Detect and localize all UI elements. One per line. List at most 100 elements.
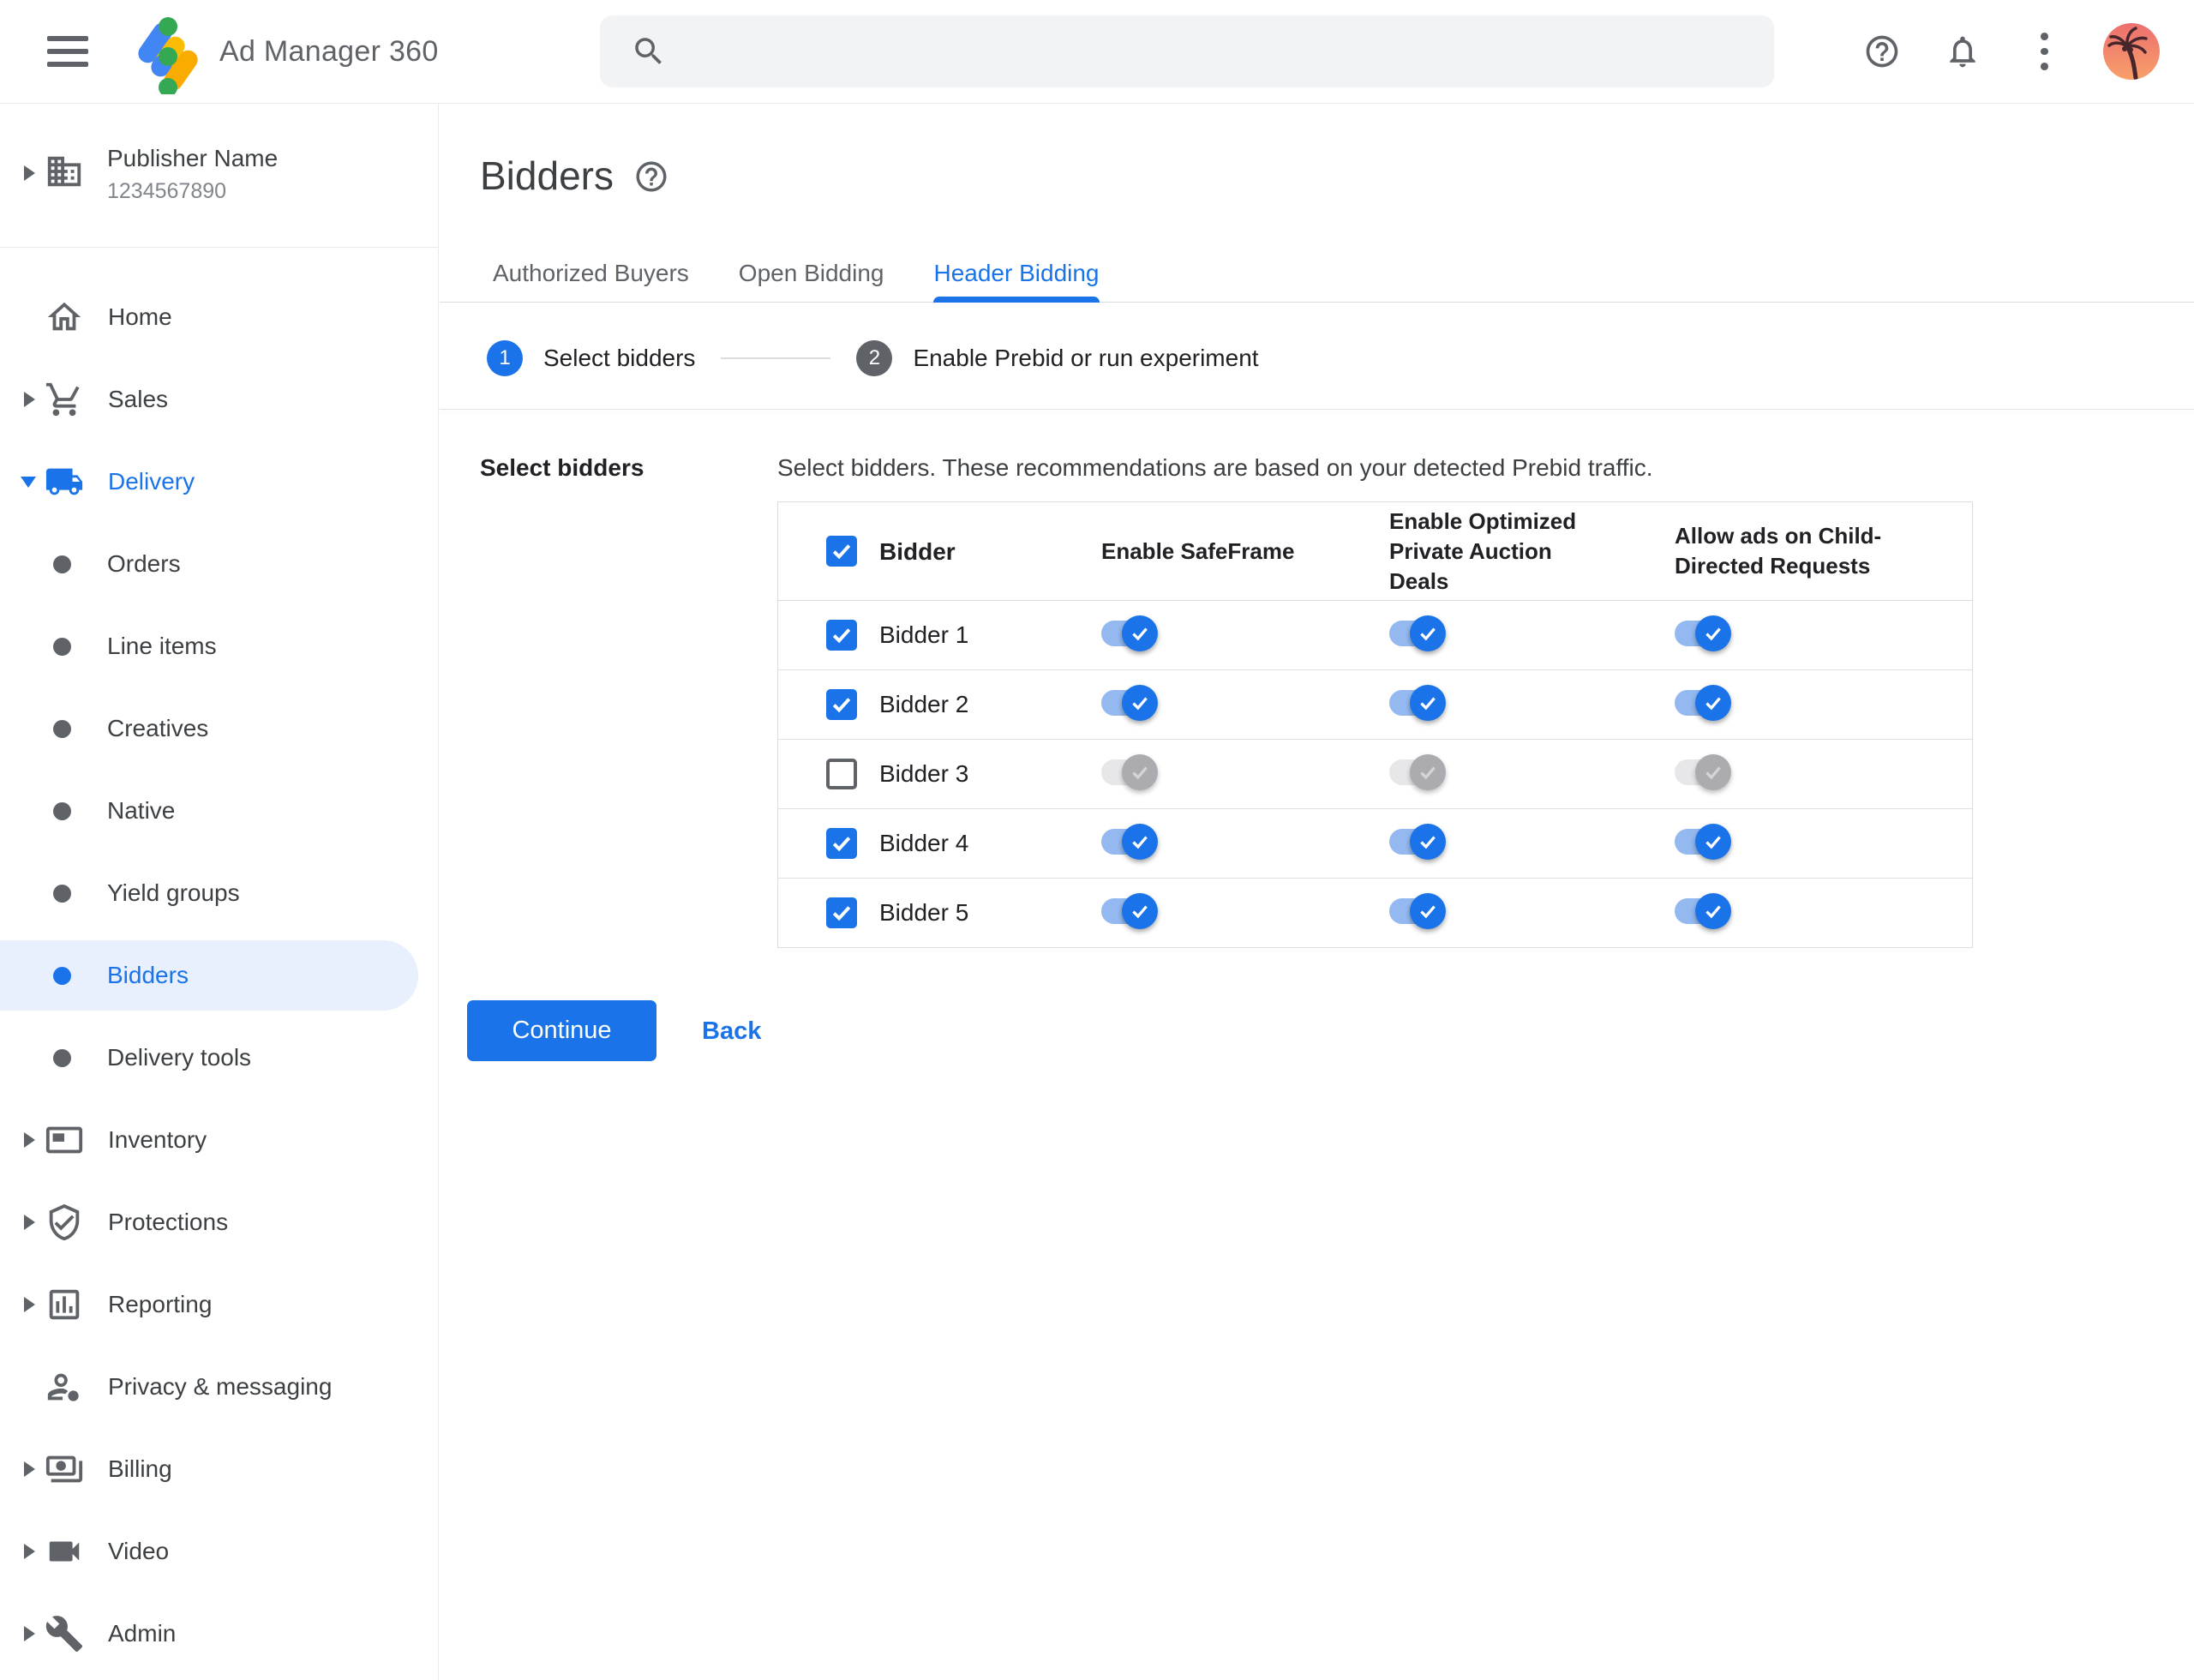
child-directed-toggle[interactable] xyxy=(1675,615,1731,651)
user-avatar[interactable] xyxy=(2103,23,2160,80)
stepper: 1 Select bidders 2 Enable Prebid or run … xyxy=(487,340,1259,376)
sidebar-item-inventory[interactable]: Inventory xyxy=(0,1099,438,1181)
ad-manager-logo-icon xyxy=(138,17,198,94)
truck-icon xyxy=(45,462,84,501)
row-checkbox[interactable] xyxy=(826,620,857,651)
chevron-right-icon xyxy=(24,1461,35,1477)
safeframe-toggle[interactable] xyxy=(1101,753,1158,790)
bullet-icon xyxy=(53,1048,71,1067)
app-title: Ad Manager 360 xyxy=(219,34,439,68)
sidebar-item-admin[interactable]: Admin xyxy=(0,1593,438,1675)
bullet-icon xyxy=(53,884,71,903)
column-header-child-directed: Allow ads on Child-Directed Requests xyxy=(1675,523,1882,579)
safeframe-toggle[interactable] xyxy=(1101,823,1158,860)
safeframe-toggle[interactable] xyxy=(1101,615,1158,651)
sidebar-item-delivery-tools[interactable]: Delivery tools xyxy=(0,1017,438,1099)
hamburger-menu-icon[interactable] xyxy=(47,36,88,67)
step-connector xyxy=(721,357,831,359)
step-2-label: Enable Prebid or run experiment xyxy=(913,345,1259,371)
sidebar-item-sales[interactable]: Sales xyxy=(0,358,438,441)
publisher-name: Publisher Name xyxy=(107,145,279,171)
tab-open-bidding[interactable]: Open Bidding xyxy=(739,249,884,303)
sidebar-item-bidders[interactable]: Bidders xyxy=(0,940,418,1011)
column-header-optimized: Enable Optimized Private Auction Deals xyxy=(1389,507,1577,594)
more-options-icon[interactable] xyxy=(2025,33,2063,71)
sidebar-item-orders[interactable]: Orders xyxy=(0,523,438,605)
building-icon xyxy=(47,156,81,187)
section-divider xyxy=(440,409,2194,410)
wrench-icon xyxy=(45,1614,84,1653)
bullet-icon xyxy=(53,719,71,738)
page-title: Bidders xyxy=(480,153,614,198)
page-help-icon[interactable] xyxy=(633,159,669,195)
child-directed-toggle[interactable] xyxy=(1675,823,1731,860)
palm-tree-avatar-image xyxy=(2103,23,2160,80)
chevron-right-icon xyxy=(24,1132,35,1148)
table-row: Bidder 3 xyxy=(778,740,1972,809)
bidders-table: Bidder Enable SafeFrame Enable Optimized… xyxy=(777,501,1973,948)
notifications-bell-icon[interactable] xyxy=(1944,33,1981,70)
sidebar-item-creatives[interactable]: Creatives xyxy=(0,687,438,770)
publisher-id: 1234567890 xyxy=(107,179,227,203)
row-checkbox[interactable] xyxy=(826,759,857,789)
chevron-right-icon xyxy=(24,165,35,181)
continue-button[interactable]: Continue xyxy=(467,1000,656,1061)
search-bar[interactable] xyxy=(600,15,1774,87)
chevron-right-icon xyxy=(24,1544,35,1559)
help-icon[interactable] xyxy=(1863,33,1901,70)
sidebar-item-delivery[interactable]: Delivery xyxy=(0,441,438,523)
select-all-checkbox[interactable] xyxy=(826,536,857,567)
sidebar-nav: Home Sales Delivery Orders Line items Cr… xyxy=(0,248,438,1675)
table-row: Bidder 4 xyxy=(778,809,1972,879)
sidebar-item-native[interactable]: Native xyxy=(0,770,438,852)
sidebar-item-home[interactable]: Home xyxy=(0,276,438,358)
back-button[interactable]: Back xyxy=(697,1000,766,1061)
sidebar: Publisher Name 1234567890 Home Sales Del… xyxy=(0,104,439,1680)
tab-header-bidding[interactable]: Header Bidding xyxy=(933,249,1100,303)
optimized-deals-toggle[interactable] xyxy=(1389,823,1446,860)
payments-icon xyxy=(45,1449,84,1489)
optimized-deals-toggle[interactable] xyxy=(1389,615,1446,651)
search-icon xyxy=(635,38,662,64)
sidebar-item-line-items[interactable]: Line items xyxy=(0,605,438,687)
bidder-name: Bidder 4 xyxy=(879,830,969,856)
bullet-icon xyxy=(53,637,71,656)
sidebar-item-yield-groups[interactable]: Yield groups xyxy=(0,852,438,934)
child-directed-toggle[interactable] xyxy=(1675,892,1731,929)
table-row: Bidder 5 xyxy=(778,879,1972,947)
sidebar-item-reporting[interactable]: Reporting xyxy=(0,1263,438,1346)
bidder-name: Bidder 1 xyxy=(879,621,969,648)
cart-icon xyxy=(45,380,84,419)
bullet-icon xyxy=(53,555,71,573)
section-label: Select bidders xyxy=(480,454,644,481)
step-1-label: Select bidders xyxy=(543,345,696,371)
row-checkbox[interactable] xyxy=(826,689,857,720)
step-2-circle: 2 xyxy=(856,340,893,376)
child-directed-toggle[interactable] xyxy=(1675,753,1731,790)
row-checkbox[interactable] xyxy=(826,897,857,928)
main-content: Bidders Authorized Buyers Open Bidding H… xyxy=(440,104,2194,1680)
safeframe-toggle[interactable] xyxy=(1101,684,1158,721)
optimized-deals-toggle[interactable] xyxy=(1389,892,1446,929)
chevron-right-icon xyxy=(24,392,35,407)
child-directed-toggle[interactable] xyxy=(1675,684,1731,721)
safeframe-toggle[interactable] xyxy=(1101,892,1158,929)
sidebar-item-privacy-messaging[interactable]: Privacy & messaging xyxy=(0,1346,438,1428)
table-row: Bidder 1 xyxy=(778,601,1972,670)
optimized-deals-toggle[interactable] xyxy=(1389,753,1446,790)
bullet-icon xyxy=(53,966,71,985)
chevron-down-icon xyxy=(21,476,36,488)
sidebar-item-billing[interactable]: Billing xyxy=(0,1428,438,1510)
column-header-safeframe: Enable SafeFrame xyxy=(1101,537,1295,564)
row-checkbox[interactable] xyxy=(826,828,857,859)
search-input[interactable] xyxy=(687,25,1748,78)
home-icon xyxy=(45,297,84,337)
publisher-account-switcher[interactable]: Publisher Name 1234567890 xyxy=(0,104,438,248)
bidder-name: Bidder 2 xyxy=(879,691,969,717)
optimized-deals-toggle[interactable] xyxy=(1389,684,1446,721)
chevron-right-icon xyxy=(24,1297,35,1312)
bidder-name: Bidder 5 xyxy=(879,899,969,926)
tab-authorized-buyers[interactable]: Authorized Buyers xyxy=(493,249,689,303)
sidebar-item-protections[interactable]: Protections xyxy=(0,1181,438,1263)
sidebar-item-video[interactable]: Video xyxy=(0,1510,438,1593)
